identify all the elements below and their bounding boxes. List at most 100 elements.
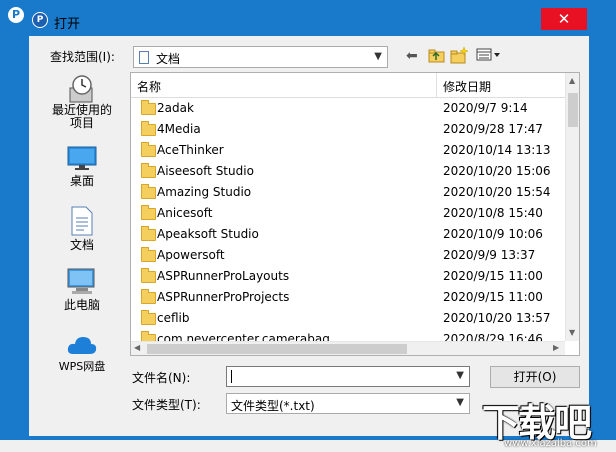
file-date: 2020/10/14 13:13 — [443, 143, 551, 157]
place-computer[interactable]: 此电脑 — [37, 268, 127, 313]
column-header-name[interactable]: 名称 — [137, 78, 161, 95]
document-icon — [139, 51, 149, 64]
column-divider[interactable] — [436, 73, 437, 97]
horizontal-scrollbar[interactable]: ◀ ▶ — [131, 341, 565, 355]
recent-icon — [69, 75, 93, 103]
folder-icon — [141, 121, 156, 136]
file-date: 2020/9/15 11:00 — [443, 269, 543, 283]
folder-icon — [141, 142, 156, 157]
vertical-scrollbar[interactable]: ▲ ▼ — [565, 73, 579, 341]
file-name: Aiseesoft Studio — [157, 164, 254, 178]
place-recent[interactable]: 最近使用的项目 — [37, 74, 127, 130]
file-date: 2020/10/20 15:06 — [443, 164, 551, 178]
file-row[interactable]: Anicesoft 2020/10/8 15:40 — [131, 203, 565, 224]
text-caret — [231, 370, 232, 383]
scroll-right-icon[interactable]: ▶ — [553, 343, 559, 352]
file-name: Apeaksoft Studio — [157, 227, 259, 241]
folder-icon — [141, 268, 156, 283]
folder-icon — [141, 289, 156, 304]
file-list-header: 名称 修改日期 — [131, 73, 565, 98]
file-row[interactable]: Apeaksoft Studio 2020/10/9 10:06 — [131, 224, 565, 245]
folder-icon — [141, 226, 156, 241]
file-row[interactable]: 2adak 2020/9/7 9:14 — [131, 98, 565, 119]
dialog-app-icon: P — [32, 12, 48, 28]
file-name: ASPRunnerProLayouts — [157, 269, 290, 283]
scroll-left-icon[interactable]: ◀ — [134, 343, 140, 352]
folder-icon — [141, 310, 156, 325]
filetype-label: 文件类型(T): — [132, 398, 201, 412]
file-date: 2020/10/20 13:57 — [443, 311, 551, 325]
filetype-value: 文件类型(*.txt) — [231, 399, 315, 413]
file-row[interactable]: 4Media 2020/9/28 17:47 — [131, 119, 565, 140]
file-name: AceThinker — [157, 143, 224, 157]
folder-icon — [141, 163, 156, 178]
chevron-down-icon[interactable]: ▼ — [456, 370, 464, 381]
open-button[interactable]: 打开(O) — [490, 366, 580, 388]
places-bar: 最近使用的项目 桌面 文档 此电脑 WPS网盘 — [37, 72, 127, 388]
computer-icon — [67, 268, 95, 294]
horizontal-scroll-thumb[interactable] — [147, 344, 407, 354]
app-logo-icon: P — [8, 7, 24, 23]
file-row[interactable]: Aiseesoft Studio 2020/10/20 15:06 — [131, 161, 565, 182]
file-name: Apowersoft — [157, 248, 225, 262]
chevron-down-icon: ▼ — [456, 397, 464, 408]
filename-label: 文件名(N): — [132, 371, 191, 385]
place-wps-cloud[interactable]: WPS网盘 — [37, 334, 127, 374]
file-date: 2020/9/28 17:47 — [443, 122, 543, 136]
place-label: 桌面 — [69, 174, 94, 188]
site-watermark: 下载吧 www.xiazaiba.com — [480, 392, 614, 450]
chevron-down-icon: ▼ — [374, 51, 382, 62]
file-date: 2020/9/9 13:37 — [443, 248, 536, 262]
file-date: 2020/9/7 9:14 — [443, 101, 528, 115]
filename-input[interactable]: ▼ — [226, 366, 470, 387]
file-row[interactable]: ASPRunnerProProjects 2020/9/15 11:00 — [131, 287, 565, 308]
documents-icon — [71, 206, 93, 236]
file-row[interactable]: Amazing Studio 2020/10/20 15:54 — [131, 182, 565, 203]
folder-icon — [141, 184, 156, 199]
file-name: ASPRunnerProProjects — [157, 290, 290, 304]
file-date: 2020/10/20 15:54 — [443, 185, 551, 199]
filetype-select[interactable]: 文件类型(*.txt) ▼ — [226, 393, 470, 414]
close-button[interactable]: ✕ — [541, 8, 587, 30]
place-documents[interactable]: 文档 — [37, 206, 127, 253]
place-label: 最近使用的项目 — [51, 103, 112, 130]
up-folder-button[interactable] — [428, 47, 446, 67]
new-folder-button[interactable] — [450, 46, 470, 68]
desktop-icon — [67, 146, 97, 170]
dialog-titlebar: P P 打开 ✕ — [0, 0, 616, 32]
file-date: 2020/10/8 15:40 — [443, 206, 543, 220]
cloud-icon — [67, 337, 97, 354]
file-name: 2adak — [157, 101, 194, 115]
place-label: WPS网盘 — [58, 360, 106, 373]
file-row[interactable]: Apowersoft 2020/9/9 13:37 — [131, 245, 565, 266]
file-rows: 2adak 2020/9/7 9:14 4Media 2020/9/28 17:47 A… — [131, 98, 565, 350]
view-menu-button[interactable] — [476, 48, 502, 66]
folder-icon — [141, 205, 156, 220]
place-label: 文档 — [69, 238, 94, 252]
place-desktop[interactable]: 桌面 — [37, 146, 127, 189]
new-folder-icon — [450, 46, 469, 64]
up-folder-icon — [428, 49, 445, 63]
scroll-down-icon[interactable]: ▼ — [569, 328, 575, 337]
file-date: 2020/9/15 11:00 — [443, 290, 543, 304]
vertical-scroll-thumb[interactable] — [568, 93, 578, 127]
folder-icon — [141, 247, 156, 262]
file-name: ceflib — [157, 311, 190, 325]
column-header-date[interactable]: 修改日期 — [443, 78, 491, 95]
lookin-label: 查找范围(I): — [50, 50, 115, 64]
folder-icon — [141, 100, 156, 115]
view-list-icon — [476, 48, 500, 61]
file-row[interactable]: ceflib 2020/10/20 13:57 — [131, 308, 565, 329]
scroll-up-icon[interactable]: ▲ — [569, 76, 575, 85]
back-arrow-icon: ⬅ — [406, 48, 418, 64]
file-name: Amazing Studio — [157, 185, 252, 199]
file-date: 2020/10/9 10:06 — [443, 227, 543, 241]
file-list: 名称 修改日期 2adak 2020/9/7 9:14 4Media 2020/9/2… — [130, 72, 580, 356]
file-name: Anicesoft — [157, 206, 213, 220]
back-button[interactable]: ⬅ — [406, 48, 418, 64]
file-row[interactable]: ASPRunnerProLayouts 2020/9/15 11:00 — [131, 266, 565, 287]
watermark-url: www.xiazaiba.com — [504, 438, 597, 449]
lookin-select[interactable]: 文档 ▼ — [133, 46, 388, 68]
file-row[interactable]: AceThinker 2020/10/14 13:13 — [131, 140, 565, 161]
dialog-title: 打开 — [54, 17, 81, 32]
